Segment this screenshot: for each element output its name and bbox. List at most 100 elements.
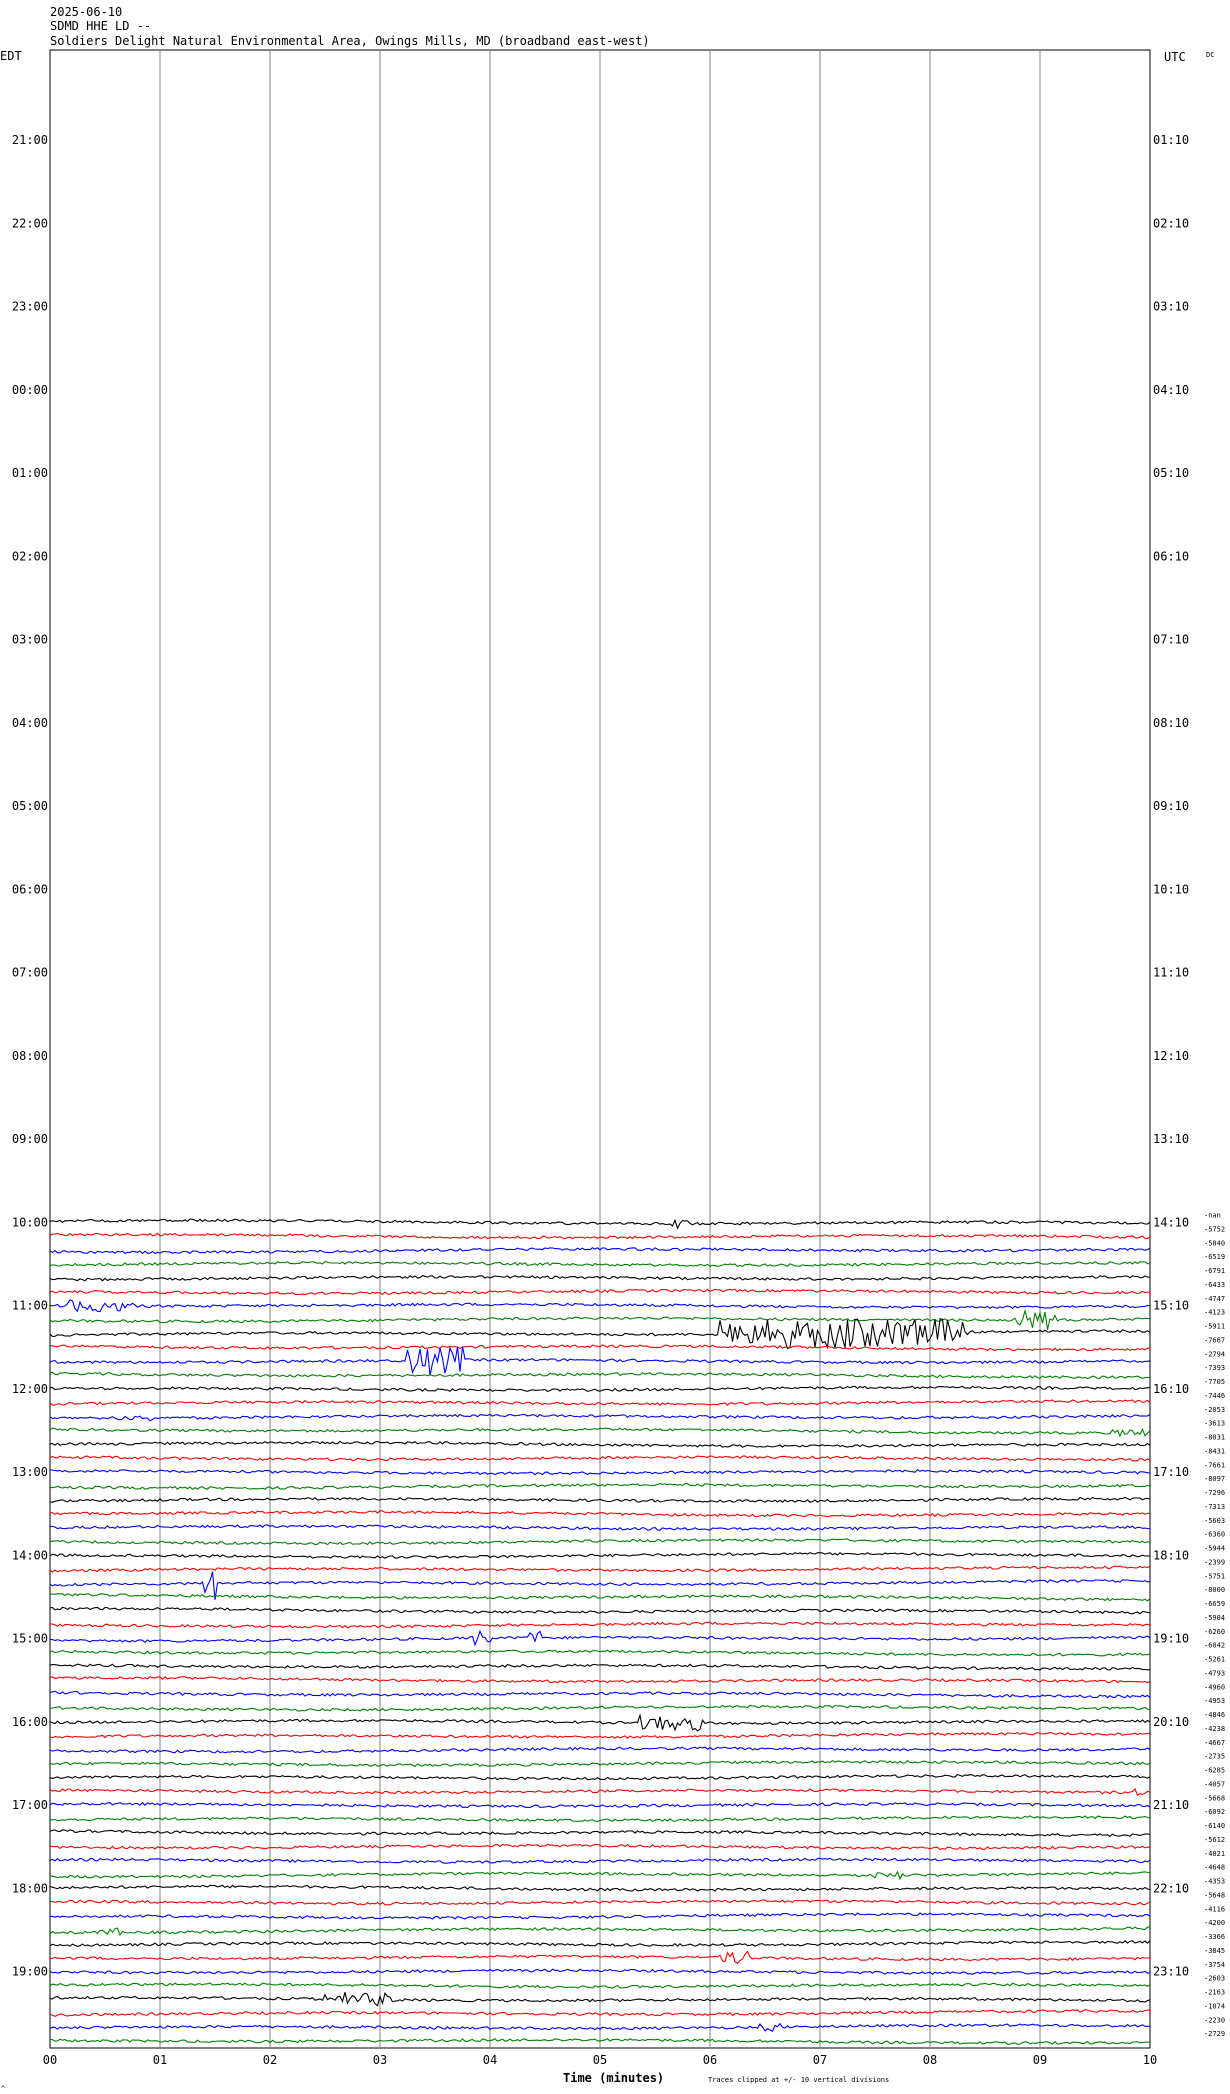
left-hour-label: 04:00 (12, 716, 48, 730)
trace-offset-label: -4057 (1204, 1780, 1225, 1788)
left-hour-label: 10:00 (12, 1215, 48, 1229)
trace-offset-label: -5648 (1204, 1891, 1225, 1899)
trace-offset-label: -5944 (1204, 1545, 1225, 1553)
x-tick-label: 07 (813, 2053, 827, 2067)
trace-offset-label: -4793 (1204, 1669, 1225, 1677)
x-tick-label: 03 (373, 2053, 387, 2067)
right-hour-label: 08:10 (1153, 716, 1189, 730)
trace-offset-label: -7296 (1204, 1489, 1225, 1497)
x-tick-label: 00 (43, 2053, 57, 2067)
trace-offset-label: -2053 (1204, 1406, 1225, 1414)
trace-offset-label: -4353 (1204, 1878, 1225, 1886)
trace-offset-label: -3613 (1204, 1420, 1225, 1428)
right-hour-label: 01:10 (1153, 133, 1189, 147)
trace-offset-label: -7661 (1204, 1461, 1225, 1469)
trace-offset-label: -7393 (1204, 1364, 1225, 1372)
trace-offset-label: -4648 (1204, 1864, 1225, 1872)
trace-offset-label: -2603 (1204, 1975, 1225, 1983)
left-hour-label: 19:00 (12, 1965, 48, 1979)
x-tick-label: 06 (703, 2053, 717, 2067)
clip-note: Traces clipped at +/- 10 vertical divisi… (708, 2076, 889, 2084)
left-hour-label: 08:00 (12, 1049, 48, 1063)
trace-offset-label: -2163 (1204, 1989, 1225, 1997)
x-tick-label: 02 (263, 2053, 277, 2067)
trace-offset-label: -4846 (1204, 1711, 1225, 1719)
trace-offset-label: -2794 (1204, 1350, 1225, 1358)
trace-offset-label: -7446 (1204, 1392, 1225, 1400)
trace-offset-label: -7705 (1204, 1378, 1225, 1386)
trace-offset-label: -3754 (1204, 1961, 1225, 1969)
trace-offset-label: -2735 (1204, 1753, 1225, 1761)
x-tick-label: 09 (1033, 2053, 1047, 2067)
trace-offset-label: -5603 (1204, 1517, 1225, 1525)
right-hour-label: 09:10 (1153, 799, 1189, 813)
left-hour-label: 17:00 (12, 1798, 48, 1812)
trace-offset-label: -4116 (1204, 1905, 1225, 1913)
right-hour-label: 11:10 (1153, 966, 1189, 980)
trace-offset-label: -4238 (1204, 1725, 1225, 1733)
right-hour-label: 15:10 (1153, 1299, 1189, 1313)
trace-offset-label: -4021 (1204, 1850, 1225, 1858)
trace-offset-label: -4953 (1204, 1697, 1225, 1705)
trace-offset-label: -6791 (1204, 1267, 1225, 1275)
right-hour-labels: 01:10 02:10 03:10 04:10 05:10 06:10 07:10 08:10… (1153, 133, 1189, 1979)
trace-offset-label: -6519 (1204, 1253, 1225, 1261)
left-hour-label: 13:00 (12, 1465, 48, 1479)
trace-offset-label: -5261 (1204, 1656, 1225, 1664)
trace-offset-label: -4200 (1204, 1919, 1225, 1927)
trace-offset-label: -1074 (1204, 2002, 1225, 2010)
trace-offset-label: -2729 (1204, 2030, 1225, 2038)
right-hour-label: 16:10 (1153, 1382, 1189, 1396)
left-hour-label: 12:00 (12, 1382, 48, 1396)
left-hour-label: 16:00 (12, 1715, 48, 1729)
x-tick-label: 01 (153, 2053, 167, 2067)
trace-offset-label: -4667 (1204, 1739, 1225, 1747)
right-hour-label: 17:10 (1153, 1465, 1189, 1479)
left-hour-label: 06:00 (12, 882, 48, 896)
left-hour-label: 11:00 (12, 1299, 48, 1313)
trace-offset-label: -6285 (1204, 1767, 1225, 1775)
trace-offset-label: -2399 (1204, 1558, 1225, 1566)
left-hour-label: 22:00 (12, 216, 48, 230)
right-hour-label: 02:10 (1153, 216, 1189, 230)
trace-offset-label: -6360 (1204, 1531, 1225, 1539)
left-hour-label: 23:00 (12, 300, 48, 314)
left-hour-label: 07:00 (12, 966, 48, 980)
trace-offset-label: -2230 (1204, 2016, 1225, 2024)
helicorder-chart: 2025-06-10 SDMD HHE LD -- Soldiers Delig… (0, 5, 1225, 2093)
corner-label: DC (1206, 51, 1214, 59)
header-location: Soldiers Delight Natural Environmental A… (50, 34, 650, 48)
left-hour-label: 15:00 (12, 1632, 48, 1646)
trace-offset-label: -6092 (1204, 1808, 1225, 1816)
left-hour-label: 01:00 (12, 466, 48, 480)
header-channel: SDMD HHE LD -- (50, 19, 151, 33)
trace-offset-label: -8031 (1204, 1434, 1225, 1442)
left-axis-title: EDT (0, 49, 22, 63)
right-hour-label: 05:10 (1153, 466, 1189, 480)
right-hour-label: 18:10 (1153, 1548, 1189, 1562)
trace-offset-label: -6042 (1204, 1642, 1225, 1650)
right-hour-label: 06:10 (1153, 549, 1189, 563)
right-hour-label: 21:10 (1153, 1798, 1189, 1812)
right-hour-label: 19:10 (1153, 1632, 1189, 1646)
right-hour-label: 12:10 (1153, 1049, 1189, 1063)
right-hour-label: 13:10 (1153, 1132, 1189, 1146)
left-hour-label: 03:00 (12, 633, 48, 647)
right-hour-label: 10:10 (1153, 882, 1189, 896)
trace-offset-label: -4123 (1204, 1309, 1225, 1317)
x-tick-label: 08 (923, 2053, 937, 2067)
right-hour-label: 14:10 (1153, 1215, 1189, 1229)
x-tick-label: 10 (1143, 2053, 1157, 2067)
trace-offset-label: -5840 (1204, 1239, 1225, 1247)
trace-offset-label: -7667 (1204, 1336, 1225, 1344)
trace-offset-label: -3845 (1204, 1947, 1225, 1955)
trace-offset-label: -6433 (1204, 1281, 1225, 1289)
left-hour-label: 09:00 (12, 1132, 48, 1146)
trace-offset-label: -3366 (1204, 1933, 1225, 1941)
trace-offset-label: -5668 (1204, 1794, 1225, 1802)
trace-offset-label: -5752 (1204, 1225, 1225, 1233)
trace-offset-label: -4747 (1204, 1295, 1225, 1303)
trace-offset-label: -5911 (1204, 1323, 1225, 1331)
left-hour-label: 21:00 (12, 133, 48, 147)
right-hour-label: 03:10 (1153, 300, 1189, 314)
